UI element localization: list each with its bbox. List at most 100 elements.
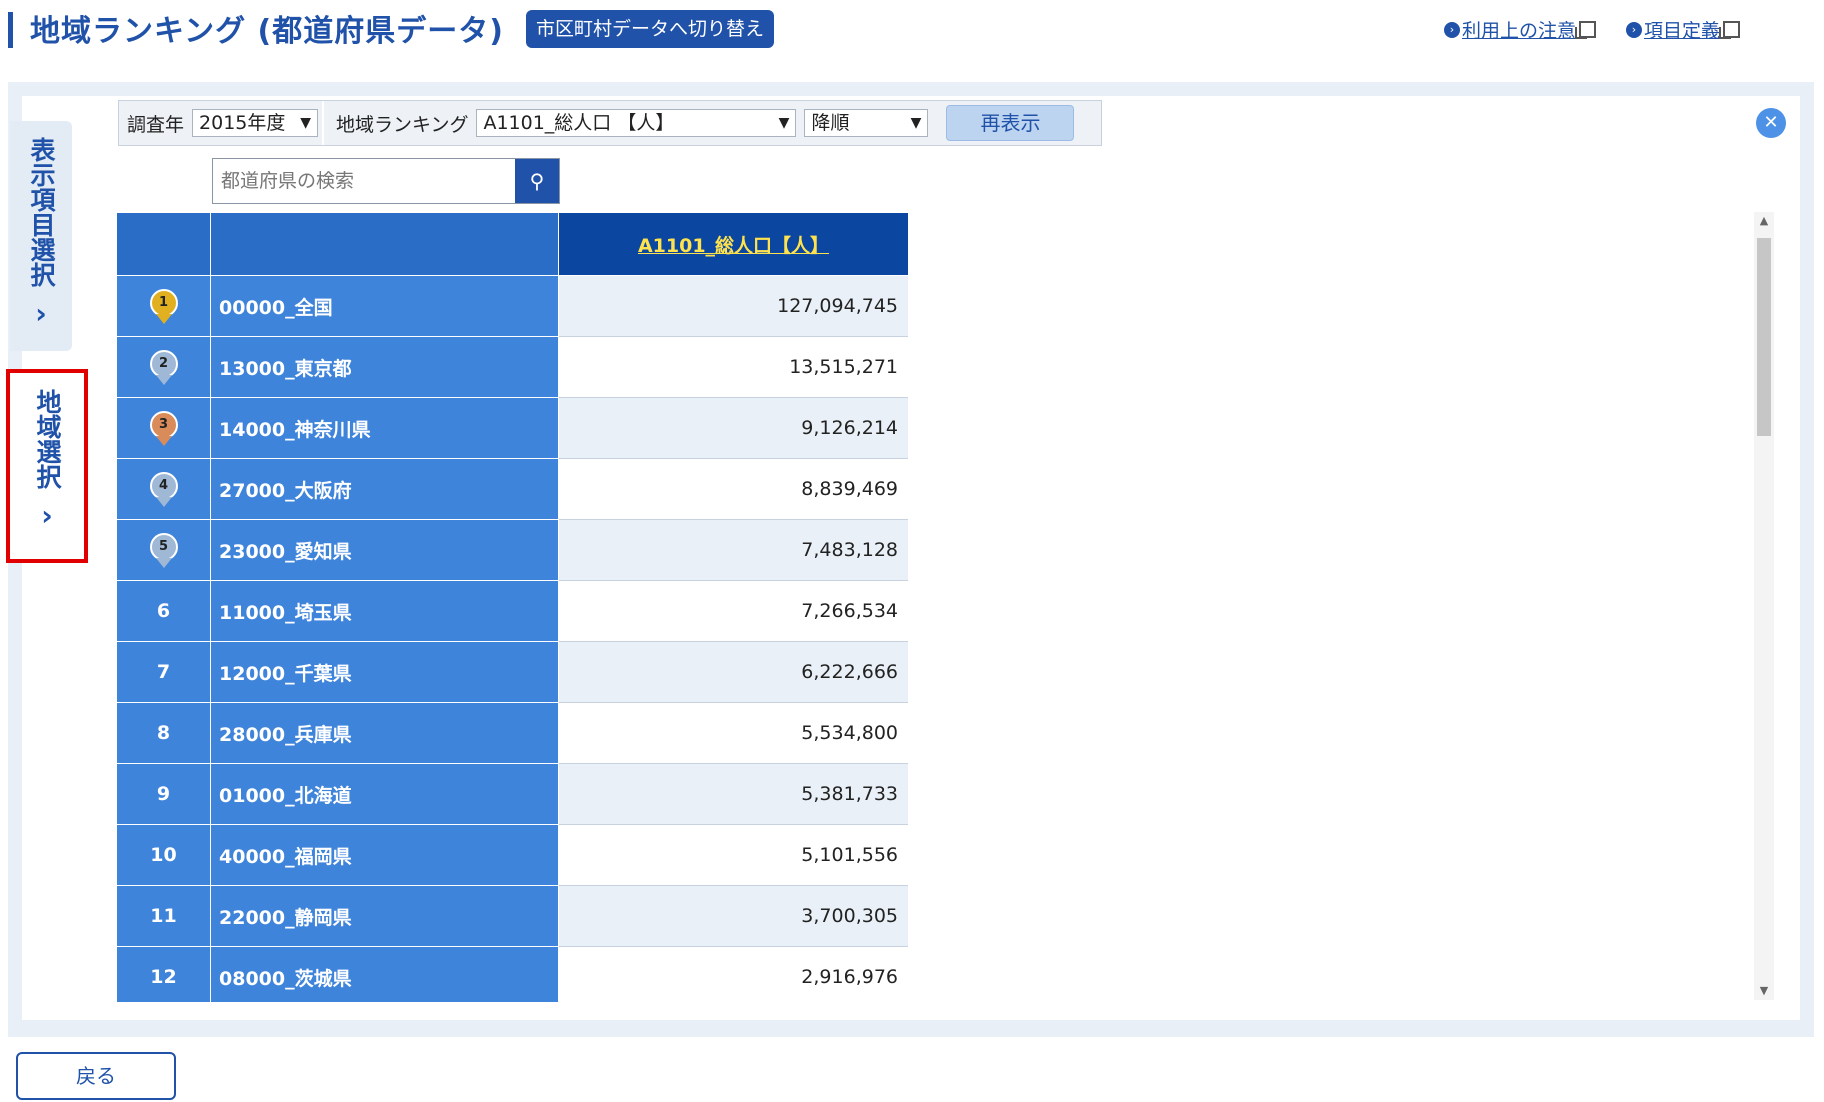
search-icon: ⚲ [529, 169, 545, 193]
rank-cell: 2 [116, 336, 211, 398]
table-row: 2 13000_東京都 13,515,271 [116, 336, 908, 398]
arrow-right-icon: › [1444, 21, 1460, 38]
order-select[interactable]: 降順 ▼ [804, 109, 929, 137]
table-row: 12 08000_茨城県 2,916,976 [116, 946, 908, 1002]
usage-notes-link[interactable]: › 利用上の注意 [1444, 16, 1597, 43]
filter-divider [322, 101, 325, 145]
medal-icon: 2 [149, 349, 178, 385]
rank-cell: 1 [116, 275, 211, 337]
table-header-row: A1101_総人口【人】 [116, 212, 908, 276]
rank-cell: 10 [116, 824, 211, 886]
scrollbar-thumb[interactable] [1757, 238, 1771, 436]
table-row: 3 14000_神奈川県 9,126,214 [116, 397, 908, 459]
title-accent-bar [8, 12, 13, 48]
table-row: 8 28000_兵庫県 5,534,800 [116, 702, 908, 764]
chevron-right-icon: › [35, 297, 47, 330]
region-name-cell: 08000_茨城県 [210, 946, 559, 1002]
medal-icon: 1 [149, 288, 178, 324]
medal-ribbon [155, 496, 172, 507]
vertical-scrollbar[interactable]: ▲ ▼ [1754, 212, 1774, 1000]
year-select[interactable]: 2015年度 ▼ [192, 109, 319, 137]
region-select-tab-label: 地域選択 [33, 389, 62, 489]
value-cell: 6,222,666 [558, 641, 908, 703]
item-definition-link[interactable]: › 項目定義 [1626, 16, 1741, 43]
medal-rank-number: 2 [149, 349, 178, 378]
medal-icon: 4 [149, 471, 178, 507]
ranking-table-container: A1101_総人口【人】 1 00000_全国 127,094,745 2 13000_… [116, 212, 908, 1002]
display-items-tab[interactable]: 表示項目選択 › [10, 121, 72, 351]
value-cell: 7,266,534 [558, 580, 908, 642]
rank-cell: 9 [116, 763, 211, 825]
medal-rank-number: 4 [149, 471, 178, 500]
value-cell: 5,101,556 [558, 824, 908, 886]
region-name-cell: 27000_大阪府 [210, 458, 559, 520]
year-select-value: 2015年度 [199, 112, 286, 134]
region-name-cell: 14000_神奈川県 [210, 397, 559, 459]
rank-cell: 5 [116, 519, 211, 581]
scroll-down-icon[interactable]: ▼ [1754, 982, 1774, 1000]
item-definition-label: 項目定義 [1644, 20, 1721, 42]
region-name-cell: 01000_北海道 [210, 763, 559, 825]
value-cell: 5,534,800 [558, 702, 908, 764]
region-select-tab[interactable]: 地域選択 › [6, 369, 88, 563]
region-name-cell: 00000_全国 [210, 275, 559, 337]
external-window-icon [1575, 21, 1597, 39]
rank-cell: 3 [116, 397, 211, 459]
usage-notes-label: 利用上の注意 [1462, 20, 1577, 42]
ranking-table: A1101_総人口【人】 1 00000_全国 127,094,745 2 13000_… [116, 212, 908, 1002]
chevron-right-icon: › [41, 499, 53, 532]
region-name-cell: 28000_兵庫県 [210, 702, 559, 764]
table-row: 1 00000_全国 127,094,745 [116, 275, 908, 337]
region-name-cell: 23000_愛知県 [210, 519, 559, 581]
switch-municipality-button[interactable]: 市区町村データへ切り替え [526, 10, 775, 48]
medal-icon: 3 [149, 410, 178, 446]
year-label: 調査年 [127, 113, 185, 136]
region-name-cell: 12000_千葉県 [210, 641, 559, 703]
value-cell: 8,839,469 [558, 458, 908, 520]
value-cell: 3,700,305 [558, 885, 908, 947]
table-row: 4 27000_大阪府 8,839,469 [116, 458, 908, 520]
ranking-item-select[interactable]: A1101_総人口 【人】 ▼ [476, 109, 797, 137]
close-icon[interactable]: ✕ [1756, 108, 1786, 138]
back-button[interactable]: 戻る [16, 1052, 176, 1100]
page-title: 地域ランキング (都道府県データ) [30, 14, 504, 49]
medal-rank-number: 1 [149, 288, 178, 317]
filter-bar: 調査年 2015年度 ▼ 地域ランキング A1101_総人口 【人】 ▼ 降順 … [118, 100, 1102, 146]
value-cell: 127,094,745 [558, 275, 908, 337]
rank-cell: 8 [116, 702, 211, 764]
region-name-cell: 22000_静岡県 [210, 885, 559, 947]
chevron-down-icon: ▼ [910, 115, 922, 131]
medal-ribbon [155, 435, 172, 446]
medal-rank-number: 3 [149, 410, 178, 439]
medal-ribbon [155, 557, 172, 568]
medal-ribbon [155, 313, 172, 324]
value-cell: 2,916,976 [558, 946, 908, 1002]
rank-cell: 4 [116, 458, 211, 520]
prefecture-search: 都道府県の検索 ⚲ [212, 158, 560, 204]
search-button[interactable]: ⚲ [515, 159, 559, 203]
medal-icon: 5 [149, 532, 178, 568]
order-select-value: 降順 [811, 112, 850, 134]
rank-cell: 6 [116, 580, 211, 642]
rank-cell: 11 [116, 885, 211, 947]
table-row: 6 11000_埼玉県 7,266,534 [116, 580, 908, 642]
rank-cell: 7 [116, 641, 211, 703]
external-window-icon [1719, 21, 1741, 39]
region-header [210, 212, 559, 276]
value-header-link[interactable]: A1101_総人口【人】 [558, 212, 908, 276]
value-cell: 5,381,733 [558, 763, 908, 825]
medal-rank-number: 5 [149, 532, 178, 561]
prefecture-search-input[interactable]: 都道府県の検索 [213, 159, 515, 203]
page-header: 地域ランキング (都道府県データ) 市区町村データへ切り替え › 利用上の注意 … [0, 0, 1824, 60]
table-row: 10 40000_福岡県 5,101,556 [116, 824, 908, 886]
medal-ribbon [155, 374, 172, 385]
table-row: 7 12000_千葉県 6,222,666 [116, 641, 908, 703]
redisplay-button[interactable]: 再表示 [946, 105, 1075, 141]
ranking-item-value: A1101_総人口 【人】 [483, 112, 675, 134]
chevron-down-icon: ▼ [778, 115, 790, 131]
value-cell: 9,126,214 [558, 397, 908, 459]
scroll-up-icon[interactable]: ▲ [1754, 212, 1774, 230]
value-cell: 13,515,271 [558, 336, 908, 398]
table-row: 11 22000_静岡県 3,700,305 [116, 885, 908, 947]
table-row: 9 01000_北海道 5,381,733 [116, 763, 908, 825]
